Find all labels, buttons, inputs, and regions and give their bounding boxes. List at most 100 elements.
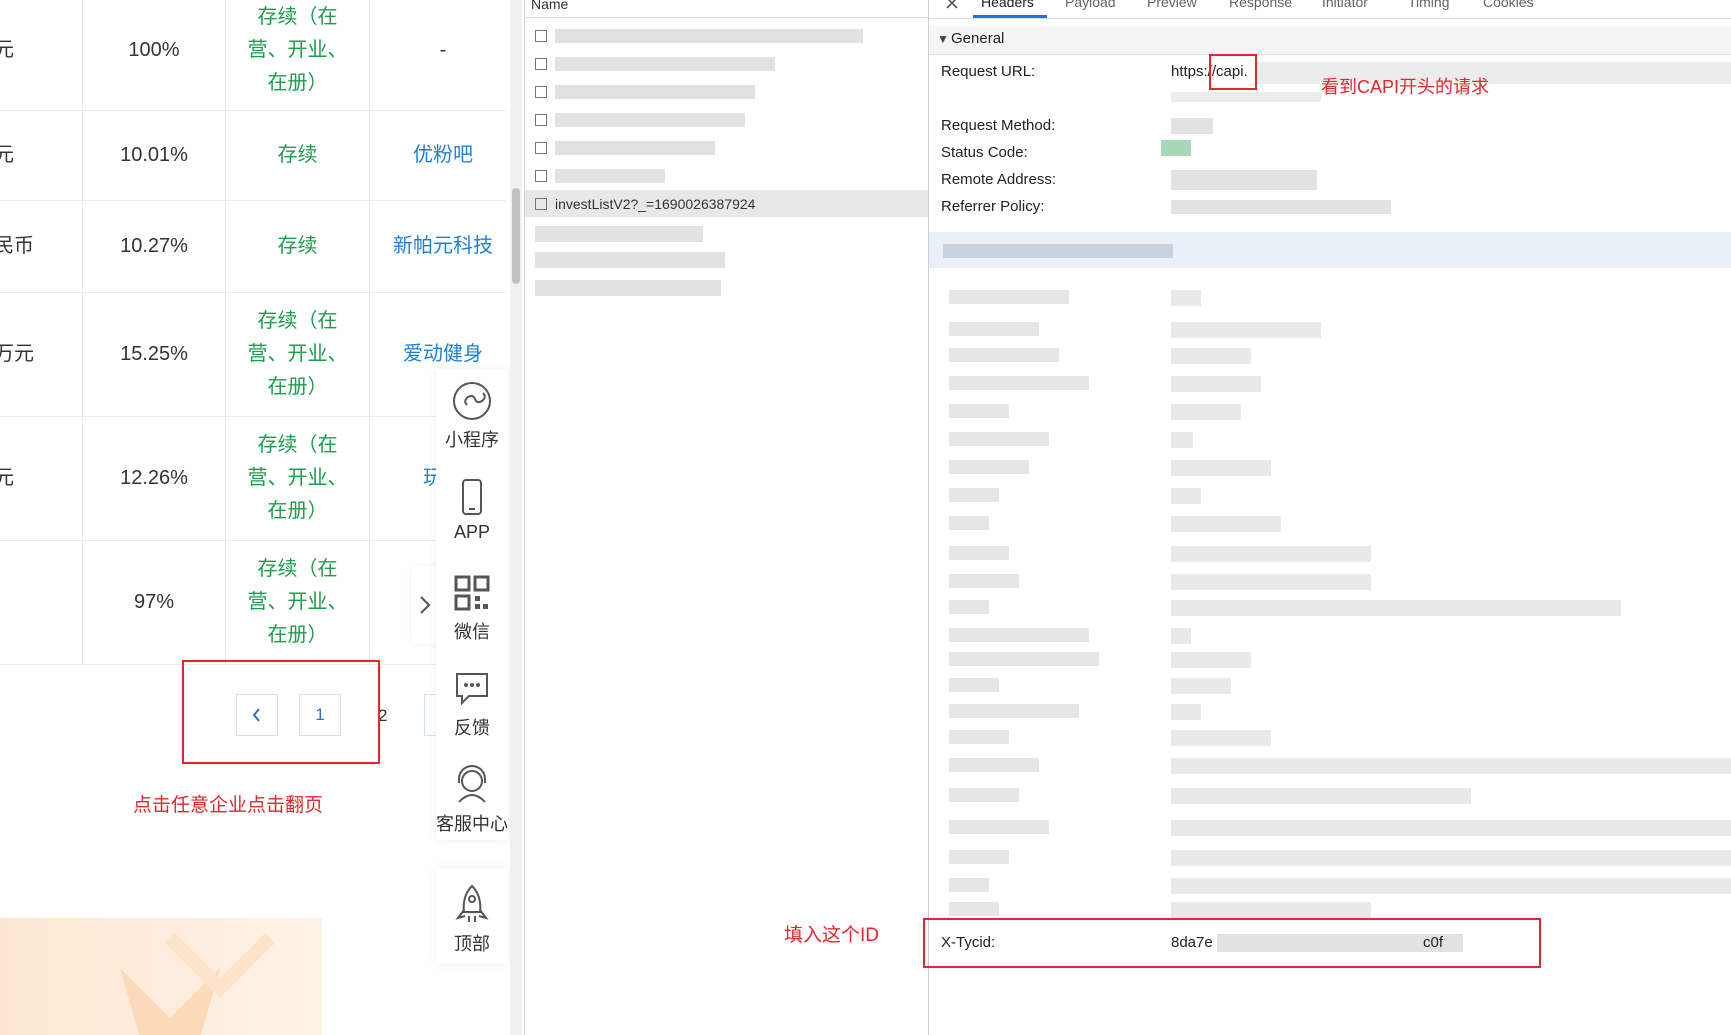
phone-icon <box>462 479 482 515</box>
pagination-highlight-box <box>182 660 380 764</box>
redacted-text <box>1171 170 1317 190</box>
app-label: APP <box>453 522 491 542</box>
tycid-label: X-Tycid: <box>941 934 996 951</box>
row-checkbox[interactable] <box>535 57 547 70</box>
status-cell: 存续（在 营、开业、 在册） <box>226 0 369 110</box>
table-row[interactable]: 元 10.01% 存续 优粉吧 <box>0 110 506 201</box>
redacted-text <box>1171 902 1371 918</box>
status-cell: 存续 <box>226 110 369 200</box>
table-row[interactable]: 万元 15.25% 存续（在 营、开业、 在册） 爱动健身 <box>0 292 506 417</box>
capi-highlight-box <box>1209 54 1257 90</box>
tab-initiator[interactable]: Initiator <box>1322 0 1368 10</box>
redacted-text <box>1171 730 1271 746</box>
redacted-text <box>1171 92 1321 102</box>
registered-capital-cell: 万元 <box>0 342 34 365</box>
tab-timing[interactable]: Timing <box>1408 0 1450 10</box>
referrer-policy-label: Referrer Policy: <box>941 198 1045 215</box>
tab-bar: Headers Payload Preview Response Initiat… <box>929 0 1731 19</box>
remote-address-label: Remote Address: <box>941 171 1057 188</box>
redacted-text <box>949 902 999 916</box>
redacted-text <box>949 322 1039 336</box>
mini-program-button[interactable]: 小程序 <box>436 380 508 452</box>
status-text-line: 营、开业、 <box>247 342 348 365</box>
tab-headers[interactable]: Headers <box>981 0 1034 10</box>
selected-request-row[interactable]: investListV2?_=1690026387924 <box>525 190 929 217</box>
customer-service-label: 客服中心 <box>436 814 508 834</box>
list-item[interactable] <box>525 106 929 133</box>
registered-capital-cell: 元 <box>0 143 14 166</box>
collapse-toggle[interactable] <box>411 566 439 644</box>
customer-service-button[interactable]: 客服中心 <box>436 764 508 836</box>
customer-service-icon <box>458 765 486 803</box>
redacted-text <box>1171 488 1201 504</box>
app-button[interactable]: APP <box>436 476 508 543</box>
tab-cookies[interactable]: Cookies <box>1483 0 1534 10</box>
general-section-header[interactable]: ▼ General <box>929 26 1731 55</box>
registered-capital-cell: 元 <box>0 466 14 489</box>
redacted-text <box>1171 704 1201 720</box>
left-scrollbar-thumb[interactable] <box>512 188 520 284</box>
status-code-label: Status Code: <box>941 144 1028 161</box>
redacted-text <box>1171 628 1191 644</box>
triangle-down-icon: ▼ <box>937 32 949 46</box>
tab-response[interactable]: Response <box>1229 0 1292 10</box>
share-ratio-cell: 100% <box>128 38 180 61</box>
table-row[interactable]: 元12.26%存续（在营、开业、在册）玩壳 <box>0 416 506 541</box>
list-item[interactable] <box>525 162 929 189</box>
request-headers-section-header[interactable] <box>929 232 1731 268</box>
tycid-value-end[interactable]: c0f <box>1423 934 1443 951</box>
network-request-list: Name investListV2?_=1690026387924 <box>524 0 929 1035</box>
row-checkbox[interactable] <box>535 113 547 126</box>
status-indicator <box>1161 140 1191 156</box>
redacted-text <box>555 169 665 183</box>
feedback-button[interactable]: 反馈 <box>436 668 508 740</box>
row-checkbox[interactable] <box>535 141 547 154</box>
active-tab-indicator <box>973 15 1047 18</box>
row-checkbox[interactable] <box>535 29 547 42</box>
list-item[interactable] <box>525 22 929 49</box>
back-to-top-button[interactable]: 顶部 <box>436 868 508 964</box>
list-item[interactable] <box>525 78 929 105</box>
brand-link-cell[interactable]: 优粉吧 <box>370 110 514 200</box>
table-row[interactable]: 民币 10.27% 存续 新帕元科技 <box>0 200 506 293</box>
status-text-line: 在册） <box>267 375 328 398</box>
share-ratio-cell: 15.25% <box>120 342 188 365</box>
redacted-text <box>949 404 1009 418</box>
list-item[interactable] <box>525 50 929 77</box>
wechat-button[interactable]: 微信 <box>436 572 508 644</box>
redacted-text <box>949 730 1009 744</box>
share-ratio-cell: 97% <box>133 590 175 613</box>
redacted-text <box>1171 348 1251 364</box>
redacted-text <box>1171 758 1731 774</box>
list-header-divider <box>525 17 929 18</box>
list-item[interactable] <box>525 134 929 161</box>
close-icon[interactable] <box>945 0 959 10</box>
general-title: General <box>951 30 1005 47</box>
registered-capital-cell: 元 <box>0 38 14 61</box>
request-headers-panel: Headers Payload Preview Response Initiat… <box>923 0 1731 1035</box>
qr-code-icon <box>454 575 490 611</box>
table-row[interactable]: 元 100% 存续（在 营、开业、 在册） - <box>0 0 506 111</box>
share-ratio-cell: 10.01% <box>120 143 188 166</box>
row-checkbox[interactable] <box>535 197 547 210</box>
status-text-line: 存续 <box>277 234 318 257</box>
rocket-icon <box>455 884 489 922</box>
tab-preview[interactable]: Preview <box>1147 0 1197 10</box>
chevron-right-icon <box>420 596 431 614</box>
back-to-top-label: 顶部 <box>454 934 490 954</box>
name-column-header: Name <box>531 0 569 12</box>
tycid-value-start[interactable]: 8da7e <box>1171 934 1213 951</box>
left-scrollbar-track[interactable] <box>510 0 522 1035</box>
back-to-top-inner: 顶部 <box>436 882 508 956</box>
redacted-text <box>1171 678 1231 694</box>
redacted-text <box>1171 878 1731 894</box>
row-checkbox[interactable] <box>535 85 547 98</box>
brand-link-cell[interactable]: 新帕元科技 <box>370 200 514 292</box>
row-checkbox[interactable] <box>535 169 547 182</box>
status-cell: 存续（在 营、开业、 在册） <box>226 416 369 540</box>
redacted-text <box>1171 200 1391 214</box>
redacted-text <box>535 252 725 268</box>
tab-payload[interactable]: Payload <box>1065 0 1116 10</box>
pagination-annotation: 点击任意企业点击翻页 <box>133 795 324 816</box>
feedback-icon <box>456 673 488 706</box>
